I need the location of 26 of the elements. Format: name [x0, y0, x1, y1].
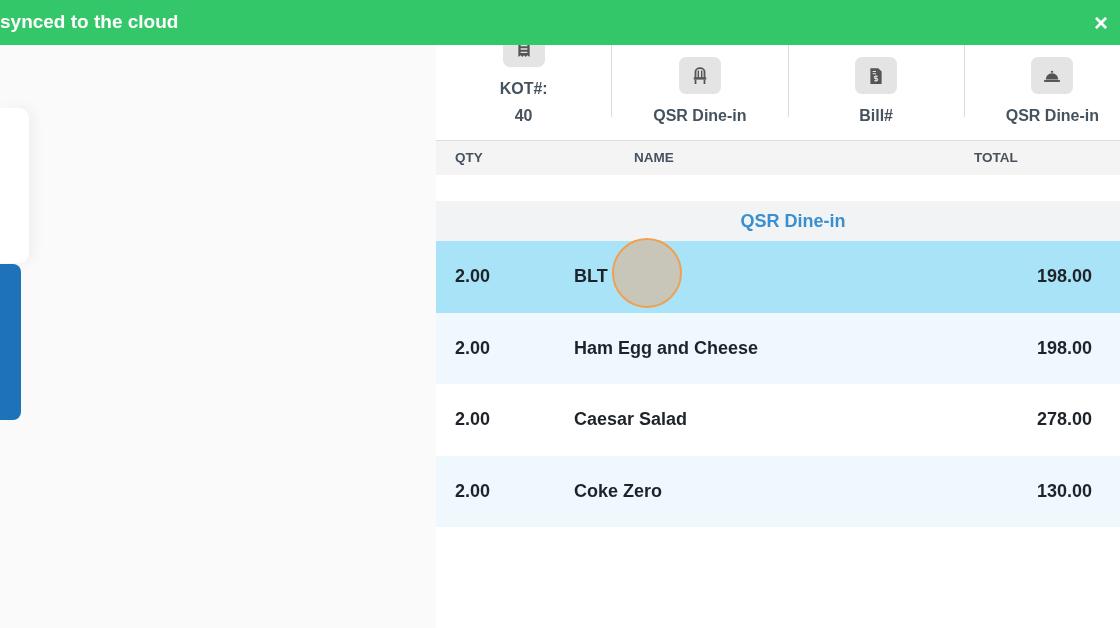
- info-label: QSR Dine-in: [1005, 106, 1100, 126]
- item-name: Coke Zero: [574, 479, 664, 503]
- info-label: KOT#:: [499, 79, 548, 99]
- column-header: QTY: [454, 148, 484, 167]
- info-label: QSR Dine-in: [653, 106, 747, 126]
- side-button[interactable]: [0, 264, 21, 420]
- total-cell-text: 198.00: [1035, 336, 1092, 360]
- notification-message: synced to the cloud: [0, 10, 179, 35]
- order-row[interactable]: 2.00 Coke Zero 130.00: [436, 455, 1120, 527]
- total-cell-text: 130.00: [1035, 479, 1092, 503]
- info-label: Bill#: [859, 106, 893, 126]
- column-header: NAME: [633, 148, 675, 167]
- column-header: TOTAL: [974, 148, 1019, 167]
- qty-cell-text: 2.00: [454, 265, 492, 289]
- order-row[interactable]: 2.00 Ham Egg and Cheese 198.00: [436, 312, 1120, 384]
- item-name: Ham Egg and Cheese: [574, 336, 760, 360]
- qty-cell-text: 2.00: [454, 336, 492, 360]
- qty-cell-text: 2.00: [454, 408, 492, 432]
- group-header: QSR Dine-in: [436, 201, 1120, 241]
- order-row[interactable]: 2.00 BLT 198.00: [436, 241, 1120, 313]
- qty-cell-text: 2.00: [454, 479, 492, 503]
- info-value: 40: [514, 106, 533, 126]
- total-cell-text: 198.00: [1035, 265, 1092, 289]
- total-cell-text: 278.00: [1035, 408, 1092, 432]
- item-name: BLT: [574, 265, 609, 289]
- item-name: Caesar Salad: [574, 408, 689, 432]
